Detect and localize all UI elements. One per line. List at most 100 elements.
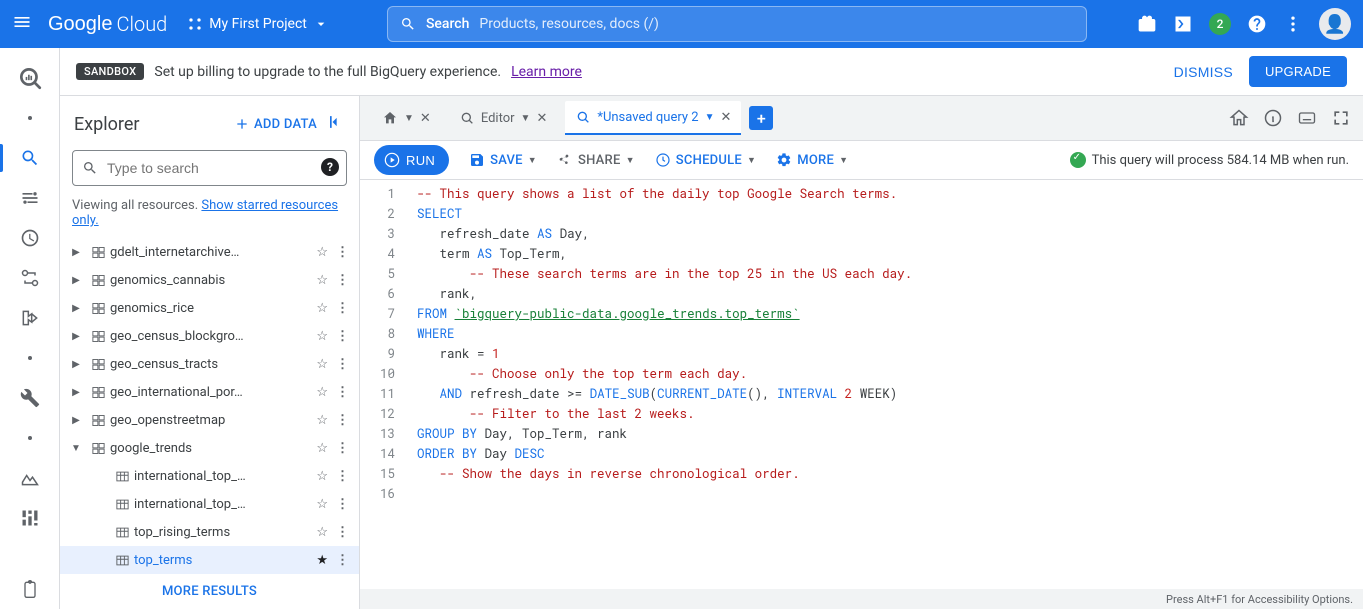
dataset-row[interactable]: ▶geo_international_por…☆⋮ [60,378,359,406]
expand-arrow-icon[interactable]: ▶ [66,303,86,314]
dataset-row[interactable]: ▶genomics_rice☆⋮ [60,294,359,322]
rail-clipboard-icon[interactable] [0,569,59,609]
search-input[interactable]: Search Products, resources, docs (/) [387,6,1087,42]
rail-dot-1[interactable] [0,98,59,138]
rail-dot-2[interactable] [0,338,59,378]
add-data-button[interactable]: ADD DATA [234,116,317,132]
collapse-explorer-button[interactable] [325,112,345,136]
notifications-badge[interactable]: 2 [1209,13,1231,35]
expand-arrow-icon[interactable]: ▶ [66,331,86,342]
sql-editor[interactable]: 12345678910111213141516 -- This query sh… [360,180,1363,589]
star-icon[interactable]: ☆ [314,497,330,512]
more-vert-icon[interactable]: ⋮ [334,497,351,512]
more-vert-icon[interactable]: ⋮ [334,273,351,288]
add-tab-button[interactable]: + [749,106,773,130]
search-help-icon[interactable]: ? [321,158,339,176]
expand-arrow-icon[interactable]: ▶ [66,359,86,370]
explorer-search-input[interactable] [72,150,347,186]
sandbox-chip: SANDBOX [76,63,144,80]
expand-arrow-icon[interactable]: ▶ [66,275,86,286]
gift-icon[interactable] [1137,14,1157,34]
dataset-row[interactable]: ▶genomics_cannabis☆⋮ [60,266,359,294]
rail-settings-icon[interactable] [0,378,59,418]
rail-sql-workspace[interactable] [0,138,59,178]
help-icon[interactable] [1247,14,1267,34]
close-icon[interactable]: ✕ [720,110,731,125]
more-vert-icon[interactable] [1283,14,1303,34]
expand-arrow-icon[interactable]: ▼ [66,443,86,454]
info-icon[interactable] [1263,108,1283,128]
rail-scheduled-icon[interactable] [0,298,59,338]
rail-transfer-icon[interactable] [0,258,59,298]
chevron-down-icon: ▼ [747,155,756,166]
save-button[interactable]: SAVE ▼ [469,152,537,168]
star-icon[interactable]: ☆ [314,469,330,484]
more-vert-icon[interactable]: ⋮ [334,553,351,568]
fullscreen-icon[interactable] [1331,108,1351,128]
upgrade-button[interactable]: UPGRADE [1249,56,1347,87]
run-button[interactable]: RUN [374,145,449,175]
open-in-home-icon[interactable] [1229,108,1249,128]
more-results-button[interactable]: MORE RESULTS [60,574,359,609]
expand-arrow-icon[interactable]: ▶ [66,415,86,426]
table-row[interactable]: top_terms★⋮ [60,546,359,574]
dismiss-button[interactable]: DISMISS [1174,64,1233,80]
close-icon[interactable]: ✕ [420,111,431,126]
star-icon[interactable]: ☆ [314,357,330,372]
rail-monitoring-icon[interactable] [0,458,59,498]
rail-history-icon[interactable] [0,218,59,258]
code-content[interactable]: -- This query shows a list of the daily … [407,180,1363,589]
star-icon[interactable]: ☆ [314,525,330,540]
star-icon[interactable]: ☆ [314,385,330,400]
account-avatar[interactable]: 👤 [1319,8,1351,40]
check-circle-icon [1070,152,1086,168]
close-icon[interactable]: ✕ [536,111,547,126]
cloud-shell-icon[interactable] [1173,14,1193,34]
tab-unsaved-query[interactable]: *Unsaved query 2 ▼ ✕ [565,101,741,135]
expand-arrow-icon[interactable]: ▶ [66,247,86,258]
left-rail [0,48,60,609]
more-button[interactable]: MORE ▼ [776,152,848,168]
dataset-row[interactable]: ▶geo_census_blockgro…☆⋮ [60,322,359,350]
star-icon[interactable]: ☆ [314,441,330,456]
logo[interactable]: Google Cloud [48,12,167,36]
more-vert-icon[interactable]: ⋮ [334,441,351,456]
rail-dot-3[interactable] [0,418,59,458]
star-icon[interactable]: ☆ [314,329,330,344]
more-vert-icon[interactable]: ⋮ [334,385,351,400]
more-vert-icon[interactable]: ⋮ [334,525,351,540]
table-name: international_top_… [134,497,310,512]
table-row[interactable]: top_rising_terms☆⋮ [60,518,359,546]
learn-more-link[interactable]: Learn more [511,64,582,80]
explorer-title: Explorer [74,114,226,135]
project-selector[interactable]: My First Project [179,12,337,36]
star-icon[interactable]: ☆ [314,245,330,260]
table-row[interactable]: international_top_… ☆ ⋮ [60,490,359,518]
more-vert-icon[interactable]: ⋮ [334,357,351,372]
more-vert-icon[interactable]: ⋮ [334,469,351,484]
more-vert-icon[interactable]: ⋮ [334,413,351,428]
more-vert-icon[interactable]: ⋮ [334,329,351,344]
table-row[interactable]: international_top_…☆⋮ [60,462,359,490]
star-icon[interactable]: ☆ [314,273,330,288]
rail-filters-icon[interactable] [0,178,59,218]
dataset-row[interactable]: ▼google_trends☆⋮ [60,434,359,462]
schedule-button[interactable]: SCHEDULE ▼ [655,152,756,168]
star-icon[interactable]: ☆ [314,301,330,316]
dataset-row[interactable]: ▶gdelt_internetarchive…☆⋮ [60,238,359,266]
more-vert-icon[interactable]: ⋮ [334,245,351,260]
rail-bi-icon[interactable] [0,498,59,538]
star-icon[interactable]: ★ [314,553,330,568]
star-icon[interactable]: ☆ [314,413,330,428]
bigquery-logo-icon[interactable] [0,58,59,98]
expand-arrow-icon[interactable]: ▶ [66,387,86,398]
dataset-row[interactable]: ▶geo_openstreetmap☆⋮ [60,406,359,434]
keyboard-icon[interactable] [1297,108,1317,128]
more-vert-icon[interactable]: ⋮ [334,301,351,316]
tab-editor[interactable]: Editor ▼ ✕ [449,101,558,135]
tab-home[interactable]: ▼ ✕ [372,101,441,135]
editor-footer: Press Alt+F1 for Accessibility Options. [360,589,1363,609]
share-button[interactable]: SHARE ▼ [557,152,635,168]
dataset-row[interactable]: ▶geo_census_tracts☆⋮ [60,350,359,378]
nav-menu-button[interactable] [12,12,36,36]
